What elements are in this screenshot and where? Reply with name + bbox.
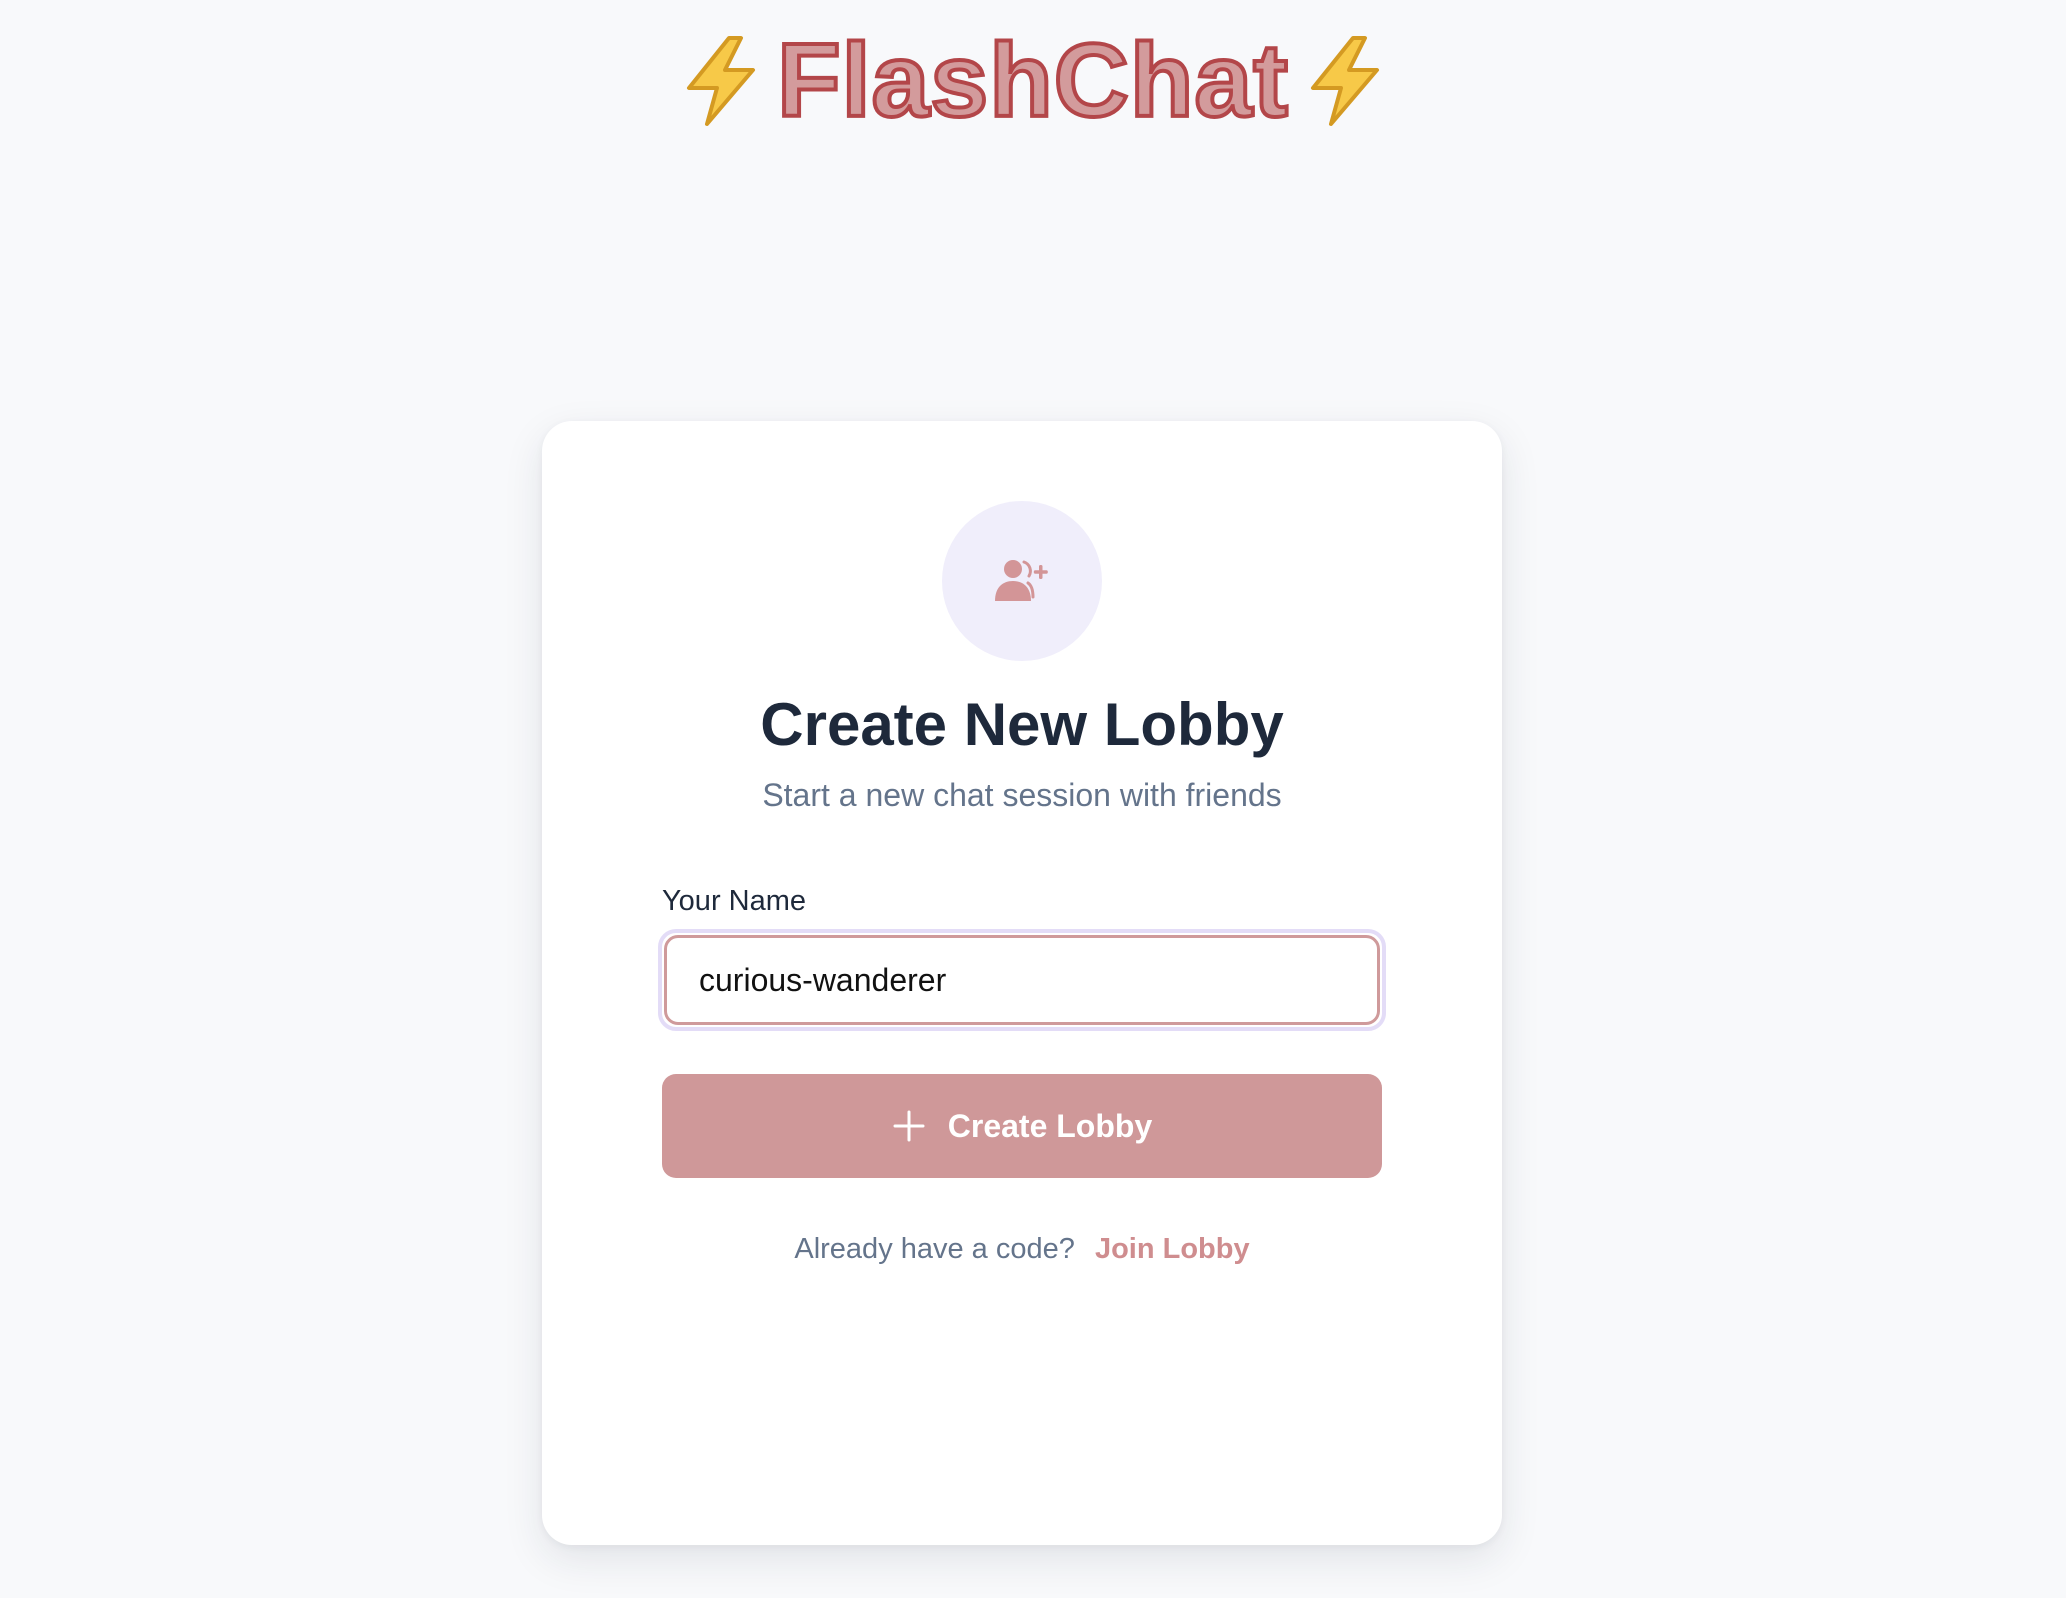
name-field-label: Your Name <box>662 885 807 917</box>
create-lobby-button[interactable]: Create Lobby <box>662 1074 1382 1178</box>
lightning-bolt-icon <box>1310 36 1379 126</box>
plus-icon <box>893 1110 925 1142</box>
create-lobby-label: Create Lobby <box>947 1107 1153 1144</box>
join-prompt-text: Already have a code? <box>794 1233 1075 1265</box>
join-prompt: Already have a code? Join Lobby <box>542 1229 1502 1269</box>
app-header: FlashChat <box>0 23 2066 139</box>
join-lobby-link[interactable]: Join Lobby <box>1095 1233 1250 1265</box>
user-plus-icon <box>995 560 1048 601</box>
create-lobby-card: Create New Lobby Start a new chat sessio… <box>542 421 1502 1545</box>
lightning-bolt-icon <box>687 36 756 126</box>
avatar-circle <box>942 501 1102 661</box>
name-input-focus-ring <box>658 929 1386 1031</box>
card-subtitle: Start a new chat session with friends <box>762 777 1282 813</box>
app-brand-title: FlashChat <box>775 23 1290 139</box>
name-input[interactable] <box>664 935 1380 1025</box>
card-title: Create New Lobby <box>760 691 1284 758</box>
